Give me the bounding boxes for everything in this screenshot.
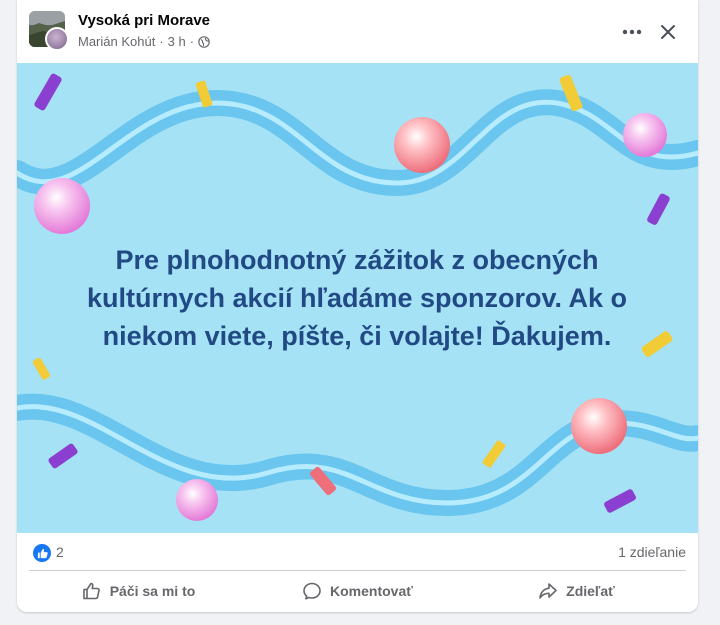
author-name[interactable]: Marián Kohút <box>78 34 155 49</box>
post-header: Vysoká pri Morave Marián Kohút · 3 h · <box>17 0 698 63</box>
reaction-count[interactable]: 2 <box>56 544 64 560</box>
caption-line-2: kultúrnych akcií hľadáme sponzorov. Ak o <box>86 283 628 313</box>
meta-separator: · <box>159 34 164 49</box>
like-label: Páči sa mi to <box>109 583 196 599</box>
share-label: Zdieľať <box>566 583 615 599</box>
author-avatar[interactable] <box>45 27 69 51</box>
post-card: Vysoká pri Morave Marián Kohút · 3 h · P… <box>17 0 698 612</box>
like-icon <box>82 582 100 600</box>
share-icon <box>539 583 557 599</box>
caption-line-1: Pre plnohodnotný zážitok z obecných <box>115 245 599 275</box>
image-caption: Pre plnohodnotný zážitok z obecných kult… <box>57 241 657 355</box>
globe-icon[interactable] <box>198 35 210 48</box>
meta-separator-2: · <box>189 34 195 49</box>
like-button[interactable]: Páči sa mi to <box>29 572 248 610</box>
like-reaction-icon[interactable] <box>33 544 51 562</box>
post-stats: 2 1 zdieľanie <box>17 533 698 571</box>
caption-line-3: niekom viete, píšte, či volajte! Ďakujem… <box>102 321 612 351</box>
comment-label: Komentovať <box>330 583 413 599</box>
actions-divider <box>29 570 686 571</box>
more-options-button[interactable] <box>614 14 650 50</box>
comment-icon <box>303 582 321 600</box>
thumbs-up-icon <box>37 548 48 558</box>
post-meta: Marián Kohút · 3 h · <box>78 34 210 49</box>
avatar-group[interactable] <box>29 11 69 51</box>
post-actions: Páči sa mi to Komentovať Zdieľať <box>29 572 686 610</box>
page-name[interactable]: Vysoká pri Morave <box>78 12 210 29</box>
share-button[interactable]: Zdieľať <box>467 572 686 610</box>
more-dots-icon <box>622 29 642 35</box>
share-count[interactable]: 1 zdieľanie <box>618 544 686 560</box>
post-time[interactable]: 3 h <box>168 34 186 49</box>
close-icon <box>661 25 675 39</box>
comment-button[interactable]: Komentovať <box>248 572 467 610</box>
post-image[interactable]: Pre plnohodnotný zážitok z obecných kult… <box>17 63 698 533</box>
close-button[interactable] <box>650 14 686 50</box>
